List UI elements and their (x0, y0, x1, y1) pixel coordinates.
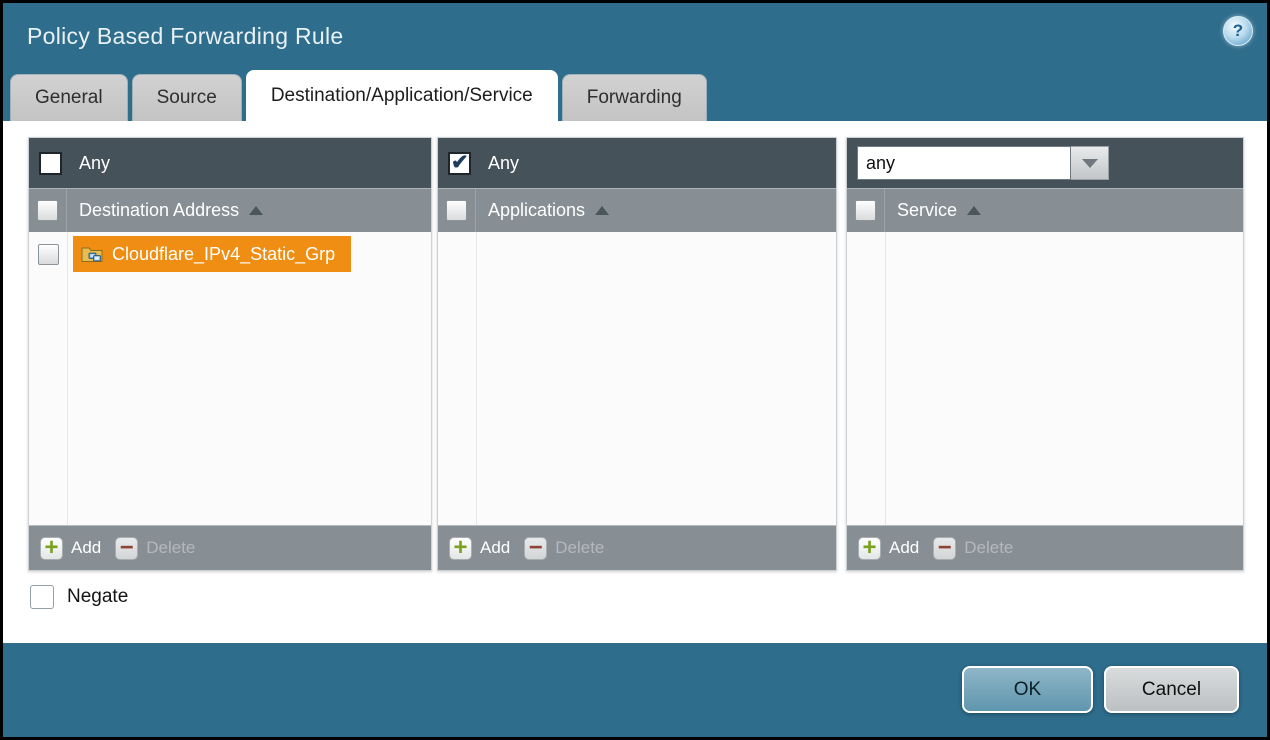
tab-content-panel: Any Destination Address (3, 121, 1267, 643)
destination-any-bar: Any (29, 138, 431, 188)
service-header[interactable]: Service (847, 188, 1243, 232)
destination-address-list: Cloudflare_IPv4_Static_Grp (29, 232, 431, 525)
delete-label: Delete (555, 538, 604, 558)
add-plus-icon: + (858, 537, 881, 560)
applications-list (438, 232, 836, 525)
applications-any-checkbox[interactable] (448, 152, 471, 175)
applications-selectall-cell (438, 189, 476, 232)
service-selectall-cell (847, 189, 885, 232)
negate-control: Negate (30, 585, 128, 609)
row-checkbox[interactable] (38, 244, 59, 265)
sort-ascending-icon (595, 206, 609, 215)
applications-header[interactable]: Applications (438, 188, 836, 232)
service-add-button[interactable]: + Add (858, 537, 919, 560)
applications-any-bar: Any (438, 138, 836, 188)
applications-header-label: Applications (488, 189, 609, 232)
service-dropdown-input[interactable] (857, 146, 1071, 180)
applications-selectall-checkbox[interactable] (446, 200, 467, 221)
service-list (847, 232, 1243, 525)
sort-ascending-icon (249, 206, 263, 215)
applications-any-label: Any (488, 153, 519, 174)
destination-any-label: Any (79, 153, 110, 174)
delete-minus-icon: − (115, 537, 138, 560)
destination-selectall-checkbox[interactable] (37, 200, 58, 221)
destination-address-header[interactable]: Destination Address (29, 188, 431, 232)
applications-column: Any Applications + Add − Delet (437, 137, 837, 571)
service-selectall-checkbox[interactable] (855, 200, 876, 221)
service-header-text: Service (897, 200, 957, 221)
add-label: Add (71, 538, 101, 558)
add-plus-icon: + (449, 537, 472, 560)
negate-checkbox[interactable] (30, 585, 54, 609)
sort-ascending-icon (967, 206, 981, 215)
destination-selectall-cell (29, 189, 67, 232)
address-group-icon (81, 245, 103, 263)
delete-label: Delete (964, 538, 1013, 558)
tab-general[interactable]: General (10, 74, 128, 121)
destination-header-text: Destination Address (79, 200, 239, 221)
tab-bar: General Source Destination/Application/S… (10, 70, 707, 121)
chevron-down-icon (1082, 159, 1098, 168)
applications-header-text: Applications (488, 200, 585, 221)
negate-label: Negate (67, 586, 128, 608)
destination-address-item[interactable]: Cloudflare_IPv4_Static_Grp (73, 236, 351, 272)
tab-forwarding[interactable]: Forwarding (562, 74, 707, 121)
applications-delete-button[interactable]: − Delete (524, 537, 604, 560)
dialog-title: Policy Based Forwarding Rule (27, 23, 344, 50)
destination-add-button[interactable]: + Add (40, 537, 101, 560)
policy-based-forwarding-dialog: Policy Based Forwarding Rule ? General S… (0, 0, 1270, 740)
ok-button[interactable]: OK (962, 666, 1093, 713)
applications-add-button[interactable]: + Add (449, 537, 510, 560)
tab-destination-application-service[interactable]: Destination/Application/Service (246, 70, 558, 121)
add-plus-icon: + (40, 537, 63, 560)
service-dropdown-bar (847, 138, 1243, 188)
add-label: Add (480, 538, 510, 558)
help-icon[interactable]: ? (1223, 16, 1253, 46)
service-header-label: Service (897, 189, 981, 232)
service-combo (857, 146, 1109, 180)
service-delete-button[interactable]: − Delete (933, 537, 1013, 560)
row-checkbox-cell (29, 244, 67, 265)
destination-header-label: Destination Address (79, 189, 263, 232)
delete-minus-icon: − (933, 537, 956, 560)
tab-source[interactable]: Source (132, 74, 242, 121)
delete-minus-icon: − (524, 537, 547, 560)
help-glyph: ? (1233, 21, 1243, 41)
applications-footer: + Add − Delete (438, 525, 836, 570)
service-dropdown-button[interactable] (1071, 146, 1109, 180)
destination-footer: + Add − Delete (29, 525, 431, 570)
destination-any-checkbox[interactable] (39, 152, 62, 175)
destination-address-column: Any Destination Address (28, 137, 432, 571)
add-label: Add (889, 538, 919, 558)
destination-address-item-label: Cloudflare_IPv4_Static_Grp (112, 244, 335, 265)
service-footer: + Add − Delete (847, 525, 1243, 570)
destination-delete-button[interactable]: − Delete (115, 537, 195, 560)
service-column: Service + Add − Delete (846, 137, 1244, 571)
dialog-titlebar: Policy Based Forwarding Rule ? (3, 3, 1267, 70)
table-row: Cloudflare_IPv4_Static_Grp (29, 232, 431, 276)
delete-label: Delete (146, 538, 195, 558)
cancel-button[interactable]: Cancel (1104, 666, 1239, 713)
